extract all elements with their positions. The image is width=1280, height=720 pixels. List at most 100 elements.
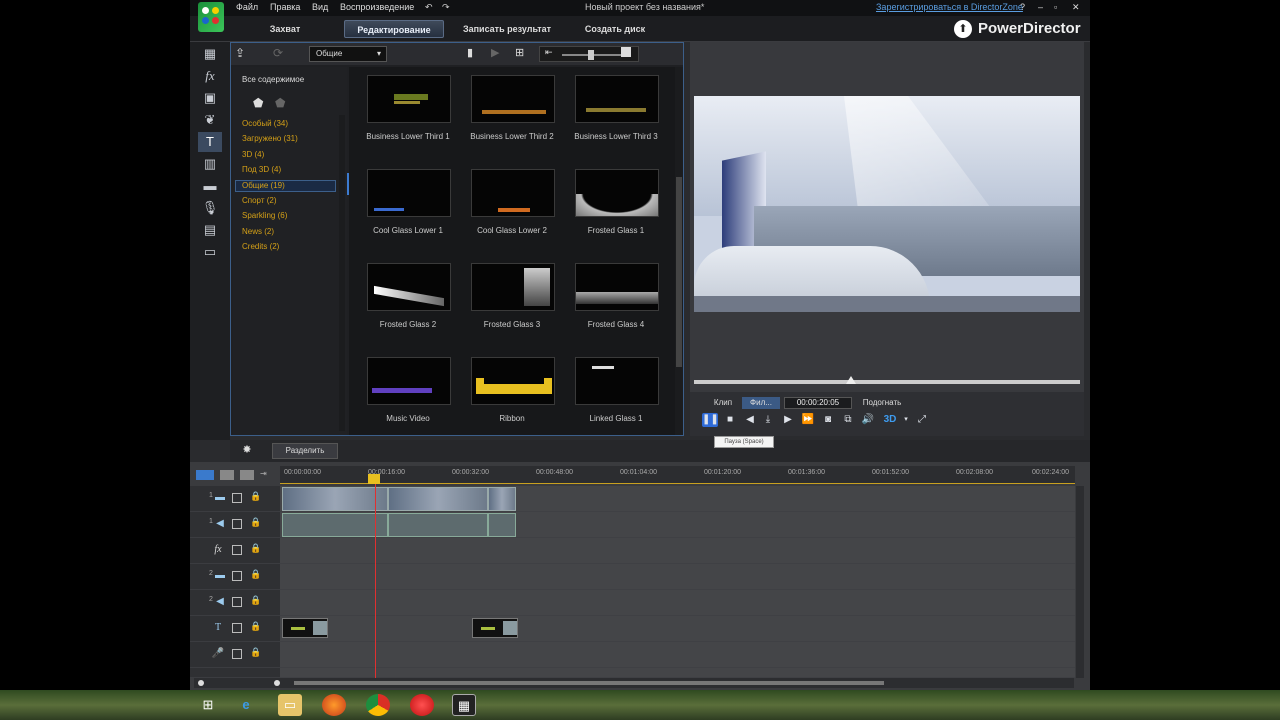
template-tile[interactable]: Linked Glass 1 — [571, 349, 661, 439]
windows-start-icon[interactable]: ⊞ — [196, 694, 220, 716]
lock-icon[interactable]: 🔒 — [250, 569, 261, 580]
add-category-icon[interactable]: ⬟ — [253, 96, 263, 110]
download-icon[interactable]: ⟳ — [273, 46, 283, 60]
category-item-selected[interactable]: Общие (19) — [235, 180, 336, 192]
movie-mode-tab[interactable]: Фил... — [742, 397, 780, 409]
category-item[interactable]: Загружено (31) — [242, 134, 298, 143]
next-frame-button[interactable]: ▶ — [780, 413, 796, 427]
track-row[interactable] — [280, 590, 1075, 616]
template-tile[interactable]: Business Lower Third 2 — [467, 67, 557, 157]
template-tile[interactable]: Business Lower Third 1 — [363, 67, 453, 157]
storyboard-view-icon[interactable] — [220, 470, 234, 480]
3d-dropdown-icon[interactable]: ▾ — [898, 413, 914, 427]
subtitle-room-icon[interactable]: ▭ — [198, 242, 222, 262]
redo-icon[interactable]: ↷ — [442, 2, 450, 13]
audio-clip[interactable] — [388, 513, 488, 537]
track-enable-checkbox[interactable] — [232, 623, 242, 633]
title-room-icon[interactable]: T — [198, 132, 222, 152]
fit-zoom-dropdown[interactable]: Подогнать — [856, 397, 908, 409]
help-button[interactable]: ? — [1020, 2, 1025, 12]
menu-playback[interactable]: Воспроизведение — [340, 2, 414, 12]
category-item[interactable]: 3D (4) — [242, 150, 264, 159]
file-explorer-icon[interactable]: ▭ — [278, 694, 302, 716]
template-tile[interactable]: Frosted Glass 3 — [467, 255, 557, 345]
template-tile[interactable]: Cool Glass Lower 2 — [467, 161, 557, 251]
remove-category-icon[interactable]: ⬟ — [275, 96, 285, 110]
template-tile[interactable]: Business Lower Third 3 — [571, 67, 661, 157]
category-scrollbar[interactable] — [339, 115, 345, 431]
template-tile[interactable]: Cool Glass Lower 1 — [363, 161, 453, 251]
lock-icon[interactable]: 🔒 — [250, 647, 261, 658]
category-item[interactable]: Особый (34) — [242, 119, 288, 128]
horizontal-scroll-thumb[interactable] — [294, 681, 884, 685]
track-enable-checkbox[interactable] — [232, 649, 242, 659]
powerdirector-taskbar-icon[interactable]: ▦ — [452, 694, 476, 716]
tools-icon[interactable]: ✸ — [236, 443, 258, 459]
track-enable-checkbox[interactable] — [232, 571, 242, 581]
library-filter-dropdown[interactable]: Общие ▾ — [309, 46, 387, 62]
lock-icon[interactable]: 🔒 — [250, 517, 261, 528]
3d-mode-button[interactable]: 3D — [880, 413, 900, 427]
track-enable-checkbox[interactable] — [232, 545, 242, 555]
track-row[interactable] — [280, 538, 1075, 564]
clip-mode-tab[interactable]: Клип — [706, 397, 740, 409]
template-tile[interactable]: Frosted Glass 4 — [571, 255, 661, 345]
audio-clip[interactable] — [282, 513, 388, 537]
new-template-icon[interactable]: ▮ — [467, 46, 473, 59]
timeline-view-icon[interactable] — [196, 470, 214, 480]
audio-mixing-icon[interactable]: ▬ — [198, 176, 222, 196]
firefox-icon[interactable] — [322, 694, 346, 716]
track-enable-checkbox[interactable] — [232, 493, 242, 503]
particle-room-icon[interactable]: ❦ — [198, 110, 222, 130]
undo-icon[interactable]: ↶ — [425, 2, 433, 13]
template-tile[interactable]: Frosted Glass 2 — [363, 255, 453, 345]
voice-over-icon[interactable]: 🎙 — [198, 198, 222, 218]
template-tile[interactable]: Frosted Glass 1 — [571, 161, 661, 251]
category-item[interactable]: Под 3D (4) — [242, 165, 281, 174]
lock-icon[interactable]: 🔒 — [250, 491, 261, 502]
lock-icon[interactable]: 🔒 — [250, 595, 261, 606]
register-link[interactable]: Зарегистрироваться в DirectorZone — [876, 2, 1023, 12]
transition-room-icon[interactable]: ▥ — [198, 154, 222, 174]
secondary-display-button[interactable]: ⧉ — [840, 413, 856, 427]
minimize-icon[interactable]: – — [1038, 2, 1043, 12]
maximize-icon[interactable]: ▫ — [1054, 2, 1057, 12]
chapter-room-icon[interactable]: ▤ — [198, 220, 222, 240]
media-room-icon[interactable]: ▦ — [198, 44, 222, 64]
pip-room-icon[interactable]: ▣ — [198, 88, 222, 108]
scrubber-handle[interactable] — [846, 376, 856, 384]
video-clip[interactable] — [282, 487, 388, 511]
menu-view[interactable]: Вид — [312, 2, 328, 12]
undock-button[interactable]: ⤢ — [914, 413, 930, 427]
template-tile[interactable]: Ribbon — [467, 349, 557, 439]
internet-explorer-icon[interactable]: e — [234, 694, 258, 716]
preview-scrubber[interactable] — [694, 376, 1080, 384]
track-row[interactable] — [280, 564, 1075, 590]
track-row[interactable] — [280, 486, 1075, 512]
volume-button[interactable]: 🔊 — [860, 413, 876, 427]
track-row[interactable] — [280, 668, 1075, 678]
lock-icon[interactable]: 🔒 — [250, 543, 261, 554]
fast-forward-button[interactable]: ⏩ — [800, 413, 816, 427]
timeline-zoom-bar[interactable] — [194, 678, 1074, 688]
category-item[interactable]: Sparkling (6) — [242, 211, 287, 220]
pause-button[interactable]: ❚❚ — [702, 413, 719, 427]
track-enable-checkbox[interactable] — [232, 597, 242, 607]
split-button[interactable]: Разделить — [272, 443, 338, 459]
track-enable-checkbox[interactable] — [232, 519, 242, 529]
video-clip[interactable] — [488, 487, 516, 511]
timeline-ruler[interactable]: 00:00:00:00 00:00:16:00 00:00:32:00 00:0… — [280, 466, 1075, 484]
lock-icon[interactable]: 🔒 — [250, 621, 261, 632]
effects-room-icon[interactable]: fx — [198, 66, 222, 86]
stop-button[interactable]: ■ — [722, 413, 738, 427]
tab-capture[interactable]: Захват — [264, 20, 306, 38]
snapshot-button[interactable]: ◙ — [820, 413, 836, 427]
previous-frame-button[interactable]: ◀ — [742, 413, 758, 427]
video-clip[interactable] — [388, 487, 488, 511]
category-item[interactable]: Спорт (2) — [242, 196, 277, 205]
tab-produce[interactable]: Записать результат — [460, 20, 554, 38]
tab-edit[interactable]: Редактирование — [344, 20, 444, 38]
timeline-vertical-scrollbar[interactable] — [1076, 486, 1084, 678]
full-size-icon[interactable] — [621, 47, 631, 57]
expand-icon[interactable]: ⇥ — [260, 469, 267, 478]
